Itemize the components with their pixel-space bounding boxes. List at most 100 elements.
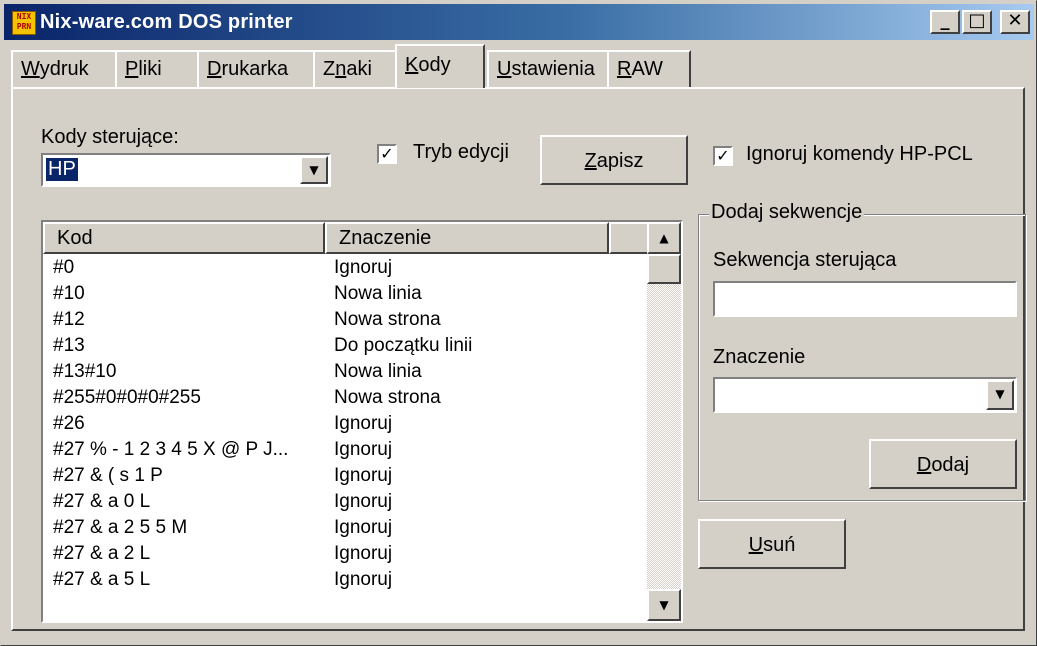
- tab-label: ydruk: [39, 58, 89, 80]
- cell-code: #27 & a 2 5 5 M: [53, 517, 188, 538]
- close-button[interactable]: ✕: [1000, 10, 1030, 34]
- cell-code: #13: [53, 335, 85, 356]
- cell-code: #26: [53, 413, 85, 434]
- table-body: #0 Ignoruj #10 Nowa linia #12 Nowa strona #…: [43, 256, 647, 594]
- column-header-empty[interactable]: [609, 222, 649, 254]
- chevron-down-icon[interactable]: ▼: [300, 156, 328, 184]
- close-icon: ✕: [1007, 10, 1023, 31]
- remove-hotkey: U: [748, 534, 764, 556]
- cell-code: #27 & a 2 L: [53, 543, 151, 564]
- meaning-label: Znaczenie: [713, 346, 806, 368]
- cell-meaning: Nowa linia: [334, 283, 422, 304]
- tab-hotkey: K: [405, 54, 419, 76]
- scroll-thumb[interactable]: [647, 254, 681, 284]
- ignore-hp-pcl-label[interactable]: Ignoruj komendy HP-PCL: [746, 143, 973, 166]
- table-row[interactable]: #27 % - 1 2 3 4 5 X @ P J... Ignoruj: [43, 438, 647, 464]
- window-title: Nix-ware.com DOS printer: [40, 11, 293, 33]
- checkmark-icon: ✓: [716, 146, 730, 165]
- save-button[interactable]: Zapisz: [540, 135, 688, 185]
- tab-label: AW: [631, 58, 663, 80]
- table-row[interactable]: #27 & ( s 1 P Ignoruj: [43, 464, 647, 490]
- remove-label: suń: [763, 534, 796, 556]
- chevron-down-icon[interactable]: ▼: [986, 380, 1014, 410]
- cell-meaning: Ignoruj: [334, 517, 393, 538]
- tab-wydruk[interactable]: Wydruk: [11, 50, 117, 87]
- cell-meaning: Ignoruj: [334, 465, 393, 486]
- scroll-down-icon[interactable]: ▼: [647, 589, 681, 621]
- table-row[interactable]: #27 & a 2 L Ignoruj: [43, 542, 647, 568]
- cell-meaning: Ignoruj: [334, 543, 393, 564]
- cell-meaning: Ignoruj: [334, 439, 393, 460]
- table-row[interactable]: #26 Ignoruj: [43, 412, 647, 438]
- cell-code: #255#0#0#0#255: [53, 387, 201, 408]
- table-row[interactable]: #12 Nowa strona: [43, 308, 647, 334]
- tab-hotkey: U: [497, 58, 512, 80]
- maximize-button[interactable]: □: [962, 10, 992, 34]
- cell-code: #10: [53, 283, 85, 304]
- ignore-hp-pcl-checkbox[interactable]: ✓: [713, 146, 733, 166]
- edit-mode-label[interactable]: Tryb edycji: [413, 141, 509, 164]
- save-hotkey: Z: [584, 150, 597, 172]
- table-row[interactable]: #27 & a 0 L Ignoruj: [43, 490, 647, 516]
- cell-code: #0: [53, 257, 75, 278]
- tab-drukarka[interactable]: Drukarka: [197, 50, 315, 87]
- tab-ustawienia[interactable]: Ustawienia: [487, 50, 609, 87]
- cell-code: #27 % - 1 2 3 4 5 X @ P J...: [53, 439, 289, 460]
- tab-hotkey: R: [617, 58, 632, 80]
- table-row[interactable]: #255#0#0#0#255 Nowa strona: [43, 386, 647, 412]
- remove-button[interactable]: Usuń: [698, 519, 846, 569]
- column-header-znaczenie[interactable]: Znaczenie: [325, 222, 609, 254]
- minimize-button[interactable]: _: [930, 10, 960, 34]
- add-label: odaj: [931, 454, 970, 476]
- cell-meaning: Ignoruj: [334, 413, 393, 434]
- tab-label: ody: [418, 54, 451, 76]
- tab-hotkey: n: [335, 58, 347, 80]
- codes-dropdown-value: HP: [46, 158, 78, 181]
- main-window: NIX PRN Nix-ware.com DOS printer _ □ ✕ W…: [0, 0, 1037, 646]
- cell-meaning: Ignoruj: [334, 491, 393, 512]
- table-row[interactable]: #27 & a 2 5 5 M Ignoruj: [43, 516, 647, 542]
- codes-table[interactable]: Kod Znaczenie #0 Ignoruj #10 Nowa linia #1…: [41, 220, 683, 623]
- cell-meaning: Ignoruj: [334, 257, 393, 278]
- table-row[interactable]: #0 Ignoruj: [43, 256, 647, 282]
- table-scrollbar[interactable]: ▲ ▼: [647, 222, 681, 621]
- tab-kody[interactable]: Kody: [395, 44, 485, 88]
- scroll-up-icon[interactable]: ▲: [647, 222, 681, 254]
- tab-raw[interactable]: RAW: [607, 50, 691, 87]
- codes-label: Kody sterujące:: [41, 126, 179, 148]
- tab-label: stawienia: [511, 58, 595, 80]
- codes-dropdown[interactable]: HP ▼: [41, 153, 331, 187]
- table-row[interactable]: #13 Do początku linii: [43, 334, 647, 360]
- sequence-input[interactable]: [713, 281, 1017, 317]
- title-bar[interactable]: NIX PRN Nix-ware.com DOS printer _ □ ✕: [4, 4, 1034, 40]
- tab-hotkey: P: [125, 58, 139, 80]
- cell-meaning: Nowa strona: [334, 309, 441, 330]
- tab-label: aki: [346, 58, 372, 80]
- add-sequence-group-title: Dodaj sekwencje: [709, 201, 865, 224]
- table-row[interactable]: #27 & a 5 L Ignoruj: [43, 568, 647, 594]
- maximize-icon: □: [968, 10, 986, 31]
- cell-code: #27 & a 0 L: [53, 491, 151, 512]
- column-header-kod[interactable]: Kod: [43, 222, 325, 254]
- cell-meaning: Nowa linia: [334, 361, 422, 382]
- cell-meaning: Nowa strona: [334, 387, 441, 408]
- cell-meaning: Ignoruj: [334, 569, 393, 590]
- cell-code: #12: [53, 309, 85, 330]
- cell-meaning: Do początku linii: [334, 335, 473, 356]
- sequence-label: Sekwencja sterująca: [713, 249, 897, 271]
- tab-znaki[interactable]: Znaki: [313, 50, 397, 87]
- tab-label: liki: [138, 58, 162, 80]
- cell-code: #13#10: [53, 361, 117, 382]
- add-button[interactable]: Dodaj: [869, 439, 1017, 489]
- table-row[interactable]: #13#10 Nowa linia: [43, 360, 647, 386]
- tab-label: rukarka: [221, 58, 289, 80]
- app-icon[interactable]: NIX PRN: [12, 11, 36, 35]
- table-row[interactable]: #10 Nowa linia: [43, 282, 647, 308]
- checkmark-icon: ✓: [380, 144, 394, 163]
- cell-code: #27 & a 5 L: [53, 569, 151, 590]
- tab-hotkey: D: [207, 58, 222, 80]
- edit-mode-checkbox[interactable]: ✓: [377, 144, 397, 164]
- add-hotkey: D: [916, 454, 932, 476]
- meaning-dropdown[interactable]: ▼: [713, 377, 1017, 413]
- tab-pliki[interactable]: Pliki: [115, 50, 199, 87]
